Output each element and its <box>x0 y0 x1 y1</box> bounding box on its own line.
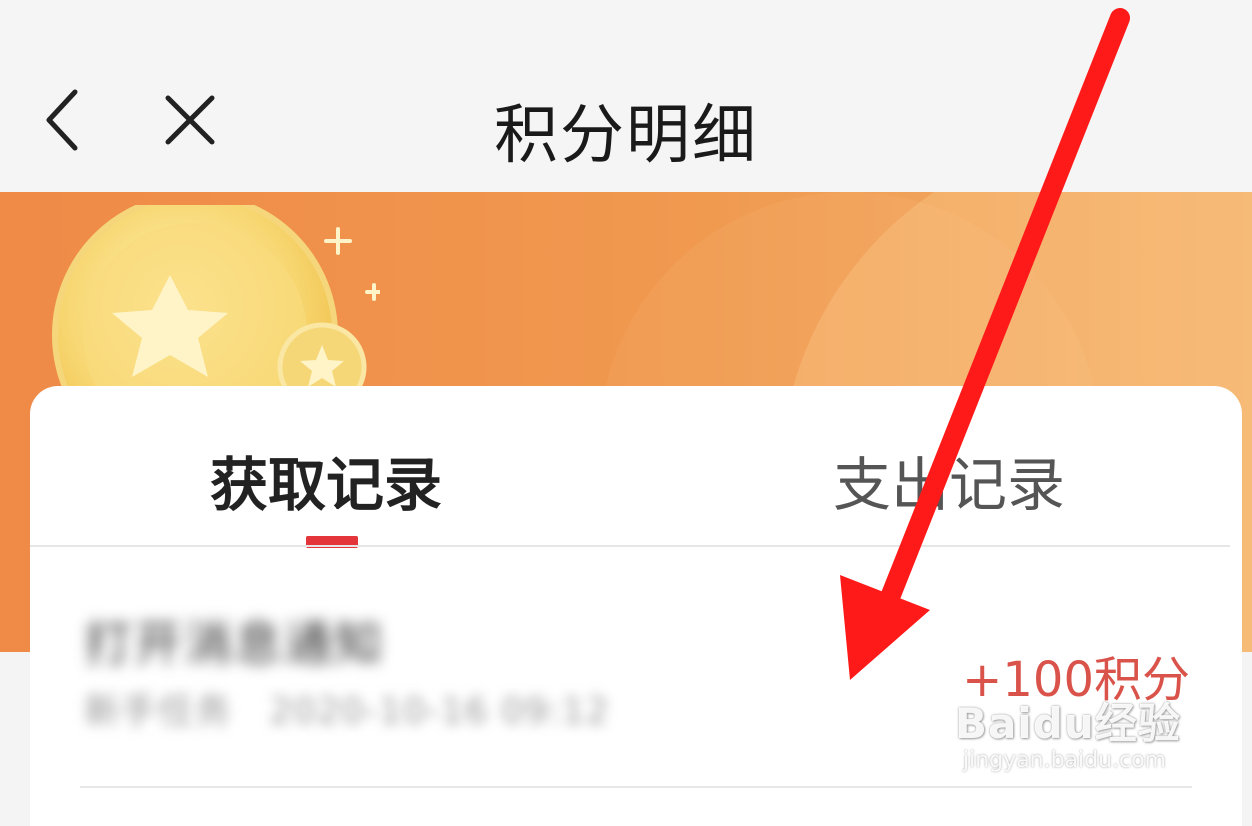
watermark: Baidu经验 jingyan.baidu.com <box>955 690 1195 790</box>
watermark-logo: Baidu经验 <box>955 699 1181 748</box>
tab-spend-records[interactable]: 支出记录 <box>833 438 1065 522</box>
record-title: 打开消息通知 <box>84 616 385 672</box>
page-title: 积分明细 <box>494 99 758 173</box>
coin-star-icon <box>52 205 380 405</box>
watermark-url: jingyan.baidu.com <box>963 748 1167 773</box>
tab-divider <box>30 545 1230 547</box>
tab-earn-records[interactable]: 获取记录 <box>210 438 442 522</box>
navigation-bar: 积分明细 <box>0 0 1252 192</box>
record-subtitle: 新手任务 2020-10-16 09:12 <box>84 691 610 732</box>
